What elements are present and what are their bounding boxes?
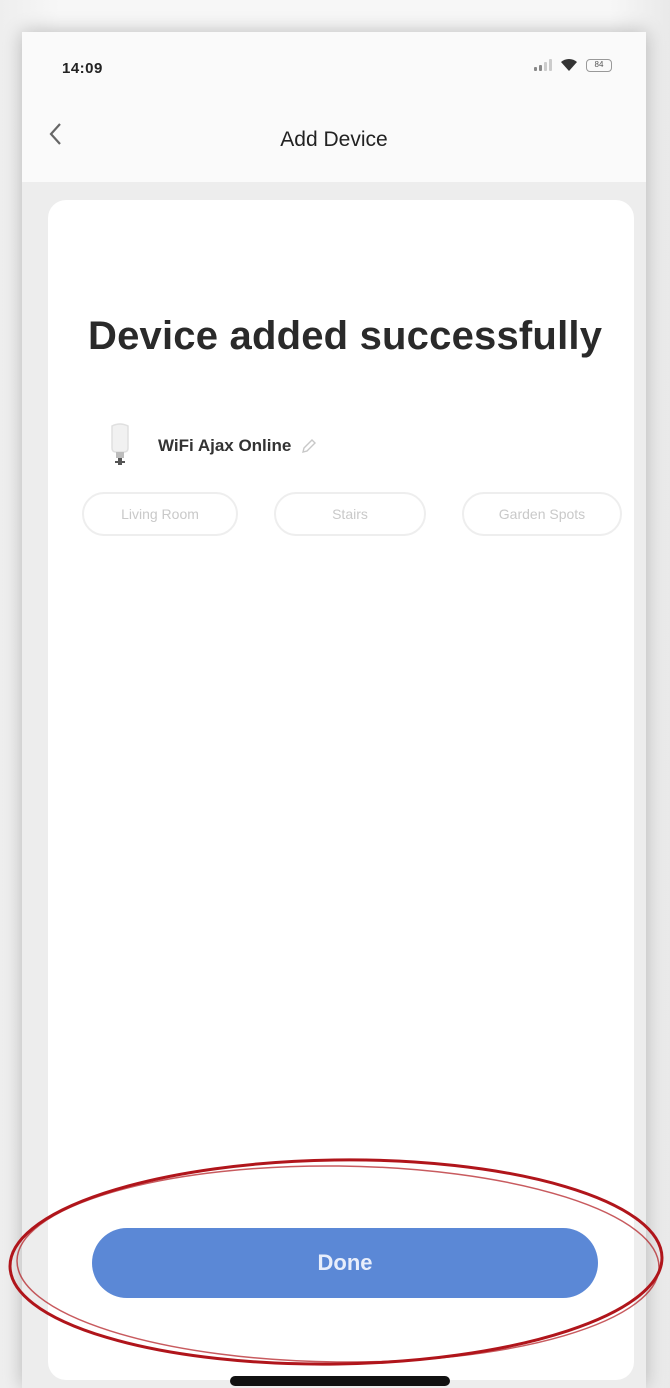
home-indicator bbox=[230, 1376, 450, 1386]
status-time: 14:09 bbox=[62, 60, 103, 77]
wifi-icon bbox=[561, 58, 577, 71]
status-icons: 84 bbox=[534, 58, 612, 72]
success-headline: Device added successfully bbox=[88, 314, 603, 358]
device-name: WiFi Ajax Online bbox=[158, 436, 292, 455]
page-title: Add Device bbox=[280, 128, 388, 151]
lightbulb-icon bbox=[111, 423, 129, 465]
phone-screen: 14:09 84 Add Device Device added success… bbox=[22, 32, 646, 1388]
room-chip-living-room[interactable]: Living Room bbox=[82, 492, 238, 536]
done-button[interactable]: Done bbox=[92, 1228, 598, 1298]
device-row: WiFi Ajax Online bbox=[104, 422, 317, 470]
pencil-icon[interactable] bbox=[301, 438, 317, 454]
battery-indicator: 84 bbox=[586, 58, 612, 72]
result-card: Device added successfully WiFi Ajax Onli… bbox=[48, 200, 634, 1380]
room-chips: Living Room Stairs Garden Spots bbox=[82, 492, 622, 536]
room-chip-garden-spots[interactable]: Garden Spots bbox=[462, 492, 622, 536]
signal-icon bbox=[534, 59, 552, 71]
room-chip-stairs[interactable]: Stairs bbox=[274, 492, 426, 536]
top-bar: 14:09 84 Add Device bbox=[22, 32, 646, 182]
screenshot-stage: 14:09 84 Add Device Device added success… bbox=[0, 0, 670, 1388]
